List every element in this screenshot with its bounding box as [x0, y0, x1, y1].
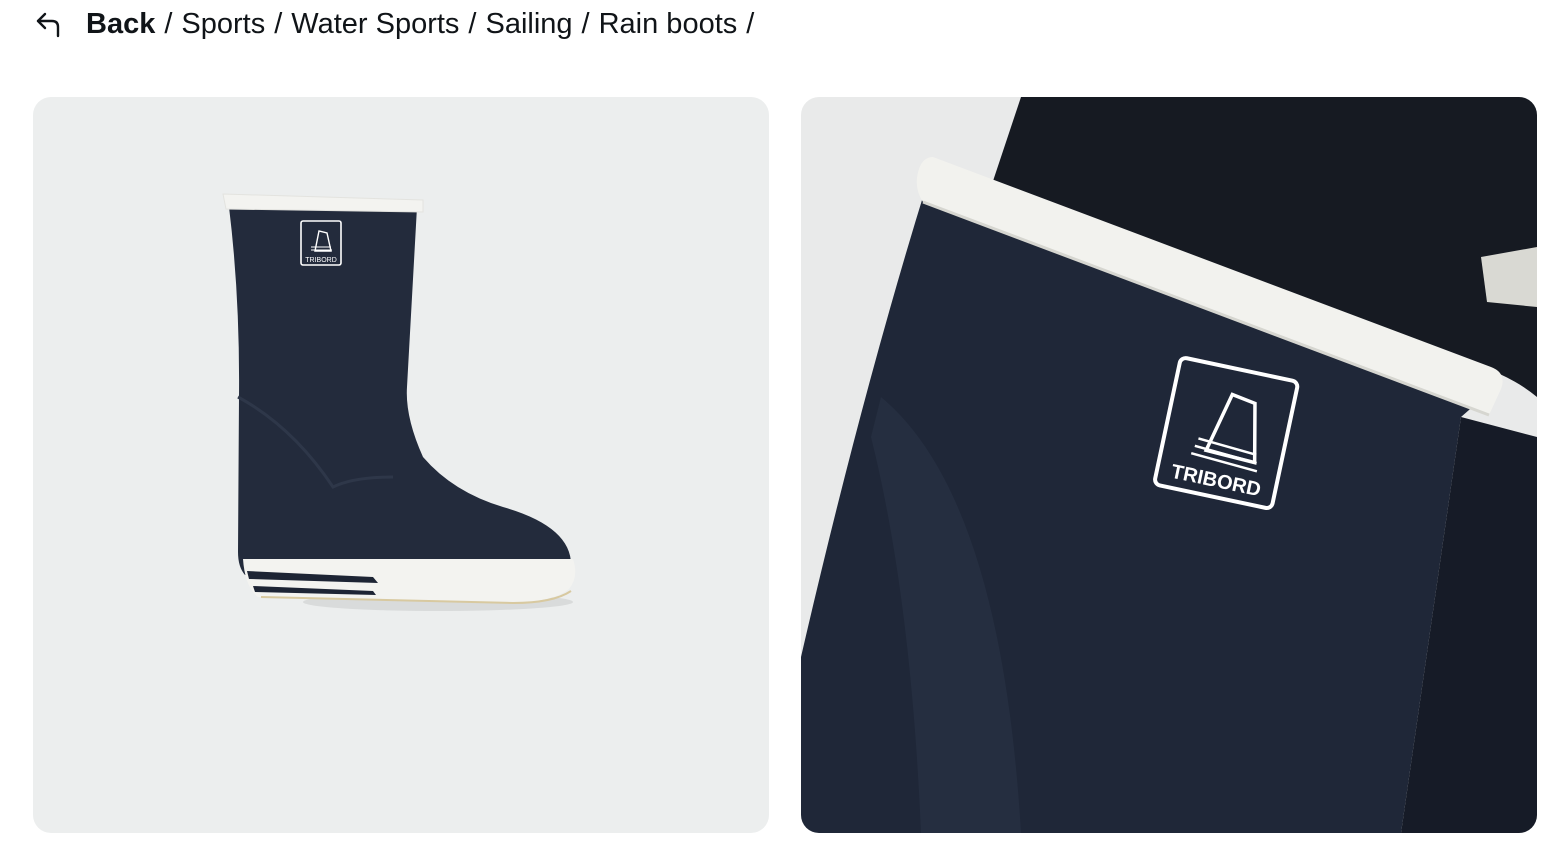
breadcrumb-separator: / [746, 8, 755, 40]
breadcrumb-item-water-sports[interactable]: Water Sports [291, 6, 459, 42]
breadcrumb-item-sports[interactable]: Sports [181, 6, 265, 42]
back-arrow-icon[interactable] [34, 9, 64, 39]
product-image-cuff-closeup[interactable]: TRIBORD [801, 97, 1537, 833]
breadcrumb-separator: / [581, 8, 590, 40]
boot-side-illustration: TRIBORD [222, 193, 576, 611]
svg-text:TRIBORD: TRIBORD [305, 257, 337, 264]
breadcrumb: Back / Sports / Water Sports / Sailing /… [34, 6, 763, 42]
boot-closeup-illustration: TRIBORD [801, 97, 1537, 833]
breadcrumb-item-sailing[interactable]: Sailing [485, 6, 572, 42]
breadcrumb-separator: / [468, 8, 477, 40]
breadcrumb-separator: / [164, 8, 173, 40]
product-image-side-view[interactable]: TRIBORD [33, 97, 769, 833]
breadcrumb-separator: / [274, 8, 283, 40]
breadcrumb-item-rain-boots[interactable]: Rain boots [599, 6, 738, 42]
back-link[interactable]: Back [86, 6, 155, 42]
